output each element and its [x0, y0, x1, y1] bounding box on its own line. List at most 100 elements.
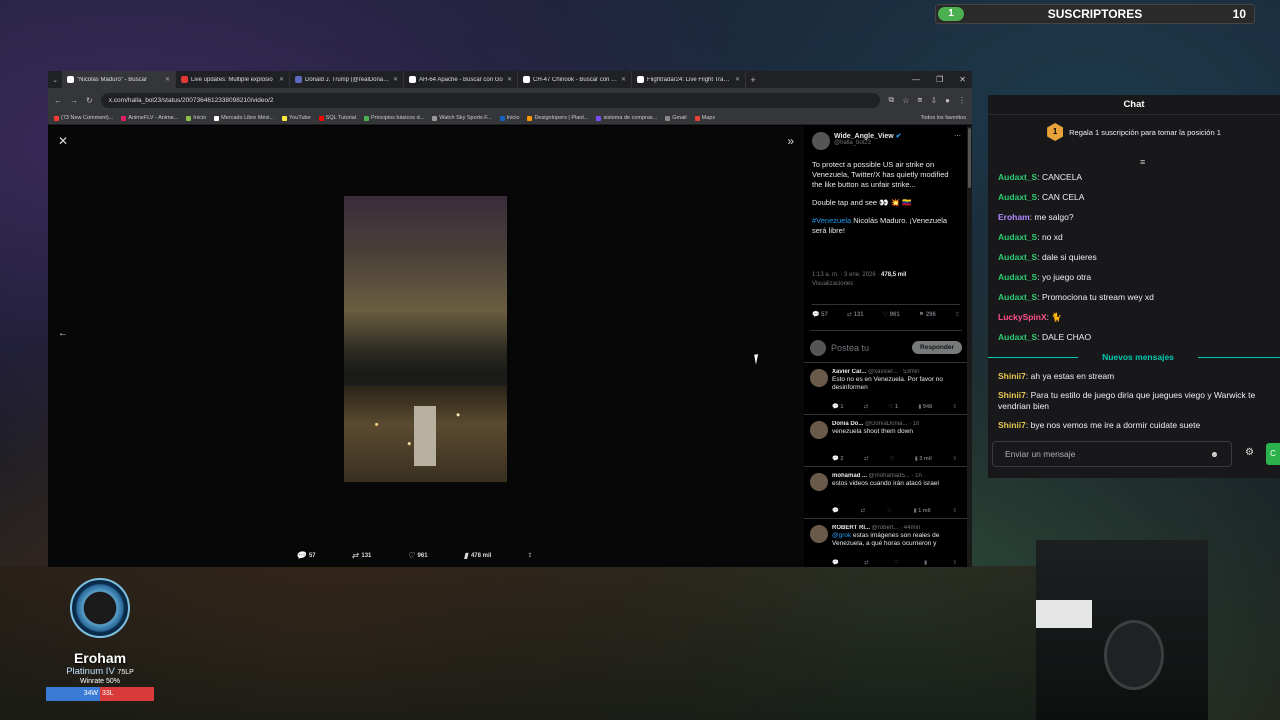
share-icon[interactable]: ⇪ [952, 560, 957, 566]
star-icon[interactable]: ☆ [902, 96, 909, 105]
like-button[interactable]: ♡ 961 [883, 311, 900, 318]
bookmark-item[interactable]: Inicio [186, 115, 206, 121]
heart-icon[interactable]: ♡ [887, 508, 892, 514]
chat-username[interactable]: LuckySpinX [998, 312, 1047, 322]
repost-icon[interactable]: ⇄ [864, 404, 869, 410]
chat-username[interactable]: Audaxt_S [998, 252, 1037, 262]
heart-icon[interactable]: ♡ [889, 456, 894, 462]
browser-tab[interactable]: AH-64 Apache - Buscar con Go ✕ [404, 71, 518, 88]
bookmark-item[interactable]: DesignIopers | Plant... [527, 115, 588, 121]
share-icon[interactable]: ⇪ [527, 551, 532, 560]
bookmark-item[interactable]: Inicio [499, 115, 519, 121]
reply-input[interactable]: Postea tu [831, 343, 907, 353]
chat-username[interactable]: Shinii7 [998, 371, 1026, 381]
reply-icon[interactable]: 💬 2 [832, 456, 843, 462]
share-icon[interactable]: ⇪ [952, 456, 957, 462]
share-icon[interactable]: ⇪ [952, 404, 957, 410]
close-tab-icon[interactable]: ✕ [279, 76, 284, 83]
scrollbar[interactable] [967, 126, 972, 567]
chat-username[interactable]: Audaxt_S [998, 292, 1037, 302]
reload-icon[interactable]: ↻ [86, 96, 93, 105]
gear-icon[interactable]: ⚙ [1245, 447, 1254, 458]
all-bookmarks[interactable]: Todos los favoritos [920, 115, 966, 121]
repost-icon[interactable]: ⇄ [864, 560, 869, 566]
collapse-icon[interactable]: ≡ [1140, 157, 1145, 167]
chat-send-button[interactable]: C [1266, 443, 1280, 465]
chat-input[interactable]: Enviar un mensaje ☻ [992, 441, 1232, 467]
bookmark-item[interactable]: (73 New Comment)... [54, 115, 113, 121]
chat-username[interactable]: Audaxt_S [998, 272, 1037, 282]
bookmark-item[interactable]: YouTube [282, 115, 311, 121]
expand-icon[interactable]: » [787, 134, 794, 148]
repost-button[interactable]: ⇄ 131 [847, 311, 864, 318]
comment-item[interactable]: mohamad ... @mohamad5... · 1h estos video… [804, 466, 967, 518]
share-icon[interactable]: ⇪ [955, 311, 960, 318]
browser-tab[interactable]: Flightradar24: Live Flight Tracke ✕ [632, 71, 746, 88]
avatar[interactable] [812, 132, 830, 150]
downloads-icon[interactable]: ⇩ [930, 96, 937, 105]
bookmark-item[interactable]: sistema de compras... [596, 115, 657, 121]
close-icon[interactable]: ✕ [58, 134, 68, 148]
reply-button[interactable]: 💬 57 [812, 311, 828, 318]
views-icon[interactable]: ▮ 948 [918, 404, 932, 410]
reply-icon[interactable]: 💬 1 [832, 404, 843, 410]
author-handle[interactable]: @halla_bol23 [834, 140, 902, 146]
media-likes[interactable]: ♡ 961 [407, 551, 427, 560]
close-window-icon[interactable]: ✕ [959, 75, 966, 84]
minimize-icon[interactable]: — [912, 75, 920, 84]
tab-search-icon[interactable]: ⌄ [48, 76, 62, 84]
emote-icon[interactable]: ☻ [1210, 449, 1219, 459]
views-icon[interactable]: ▮ [924, 560, 927, 566]
bookmark-item[interactable]: Principios básicos d... [364, 115, 424, 121]
chat-username[interactable]: Audaxt_S [998, 232, 1037, 242]
author-name[interactable]: Wide_Angle_View [834, 133, 894, 140]
avatar[interactable] [810, 421, 828, 439]
repost-icon[interactable]: ⇄ [864, 456, 869, 462]
chat-username[interactable]: Audaxt_S [998, 332, 1037, 342]
maximize-icon[interactable]: ❐ [936, 75, 943, 84]
install-icon[interactable]: ⧉ [888, 95, 894, 105]
extensions-icon[interactable]: ⧈ [917, 95, 922, 105]
views-icon[interactable]: ▮ 3 mil [915, 456, 932, 462]
hashtag-link[interactable]: #Venezuela [812, 216, 851, 225]
close-tab-icon[interactable]: ✕ [621, 76, 626, 83]
comment-item[interactable]: Donia Do... @DoniaDonia... · 1h venezuela… [804, 414, 967, 466]
avatar[interactable] [810, 525, 828, 543]
bookmark-item[interactable]: Gmail [665, 115, 687, 121]
menu-icon[interactable]: ⋮ [958, 96, 966, 105]
previous-icon[interactable]: ← [58, 328, 68, 339]
chat-username[interactable]: Audaxt_S [998, 192, 1037, 202]
chat-username[interactable]: Shinii7 [998, 420, 1026, 430]
back-icon[interactable]: ← [54, 96, 62, 105]
chat-username[interactable]: Shinii7 [998, 390, 1026, 400]
heart-icon[interactable]: ♡ [894, 560, 899, 566]
more-icon[interactable]: ⋯ [954, 132, 961, 140]
comment-item[interactable]: ROBERT RI... @robert... · 44min @grok est… [804, 518, 967, 567]
browser-tab[interactable]: "Nicolás Maduro" - Buscar ✕ [62, 71, 176, 88]
bookmark-item[interactable]: AnimeFLV - Anime... [121, 115, 178, 121]
chat-username[interactable]: Audaxt_S [998, 172, 1037, 182]
forward-icon[interactable]: → [70, 96, 78, 105]
post-author[interactable]: Wide_Angle_View ✔ @halla_bol23 [812, 132, 902, 150]
media-replies[interactable]: 💬 57 [296, 551, 316, 560]
share-icon[interactable]: ⇪ [952, 508, 957, 514]
avatar[interactable] [810, 369, 828, 387]
video-player[interactable] [344, 196, 507, 482]
bookmark-item[interactable]: Watch Sky Sports F... [432, 115, 492, 121]
avatar[interactable] [810, 473, 828, 491]
close-tab-icon[interactable]: ✕ [165, 76, 170, 83]
reply-icon[interactable]: 💬 [832, 508, 839, 514]
media-views[interactable]: ▮ 478 mil [464, 551, 492, 560]
gift-promo[interactable]: 1 Regala 1 suscripción para tomar la pos… [988, 123, 1280, 141]
bookmark-button[interactable]: ⚑ 296 [919, 311, 936, 318]
views-icon[interactable]: ▮ 1 mil [914, 508, 931, 514]
repost-icon[interactable]: ⇄ [861, 508, 866, 514]
comment-item[interactable]: Xavier Car... @xaviser... · 53min Esto no… [804, 362, 967, 414]
profile-icon[interactable]: ● [945, 96, 950, 105]
close-tab-icon[interactable]: ✕ [735, 76, 740, 83]
browser-tab[interactable]: Donald J. Trump (@realDonaldT ✕ [290, 71, 404, 88]
bookmark-item[interactable]: SQL Tutorial [318, 115, 356, 121]
close-tab-icon[interactable]: ✕ [507, 76, 512, 83]
new-tab-button[interactable]: + [746, 75, 760, 85]
respond-button[interactable]: Responder [912, 341, 962, 354]
